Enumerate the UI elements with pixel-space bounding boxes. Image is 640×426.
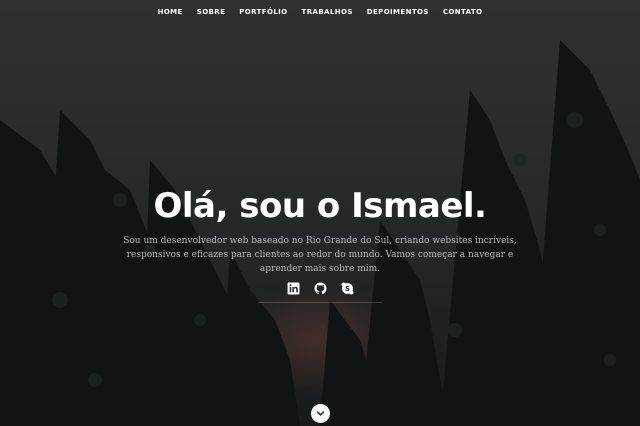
social-links: S [0,282,640,295]
hero-title: Olá, sou o Ismael. [153,186,487,226]
linkedin-icon[interactable] [287,282,300,295]
skype-icon[interactable]: S [341,282,354,295]
scroll-down-button[interactable] [311,404,330,423]
svg-text:S: S [344,284,349,293]
hero-divider [258,302,382,303]
github-icon[interactable] [314,282,327,295]
hero-intro: Sou um desenvolvedor web baseado no Rio … [123,236,517,274]
nav-item-portfolio[interactable]: PORTFÓLIO [239,6,287,20]
nav-item-depoimentos[interactable]: DEPOIMENTOS [367,6,429,20]
nav-item-sobre[interactable]: SOBRE [197,6,226,20]
main-nav: HOME SOBRE PORTFÓLIO TRABALHOS DEPOIMENT… [0,6,640,20]
nav-item-home[interactable]: HOME [158,6,183,20]
chevron-down-icon [316,411,325,416]
nav-item-trabalhos[interactable]: TRABALHOS [302,6,353,20]
nav-item-contato[interactable]: CONTATO [443,6,483,20]
